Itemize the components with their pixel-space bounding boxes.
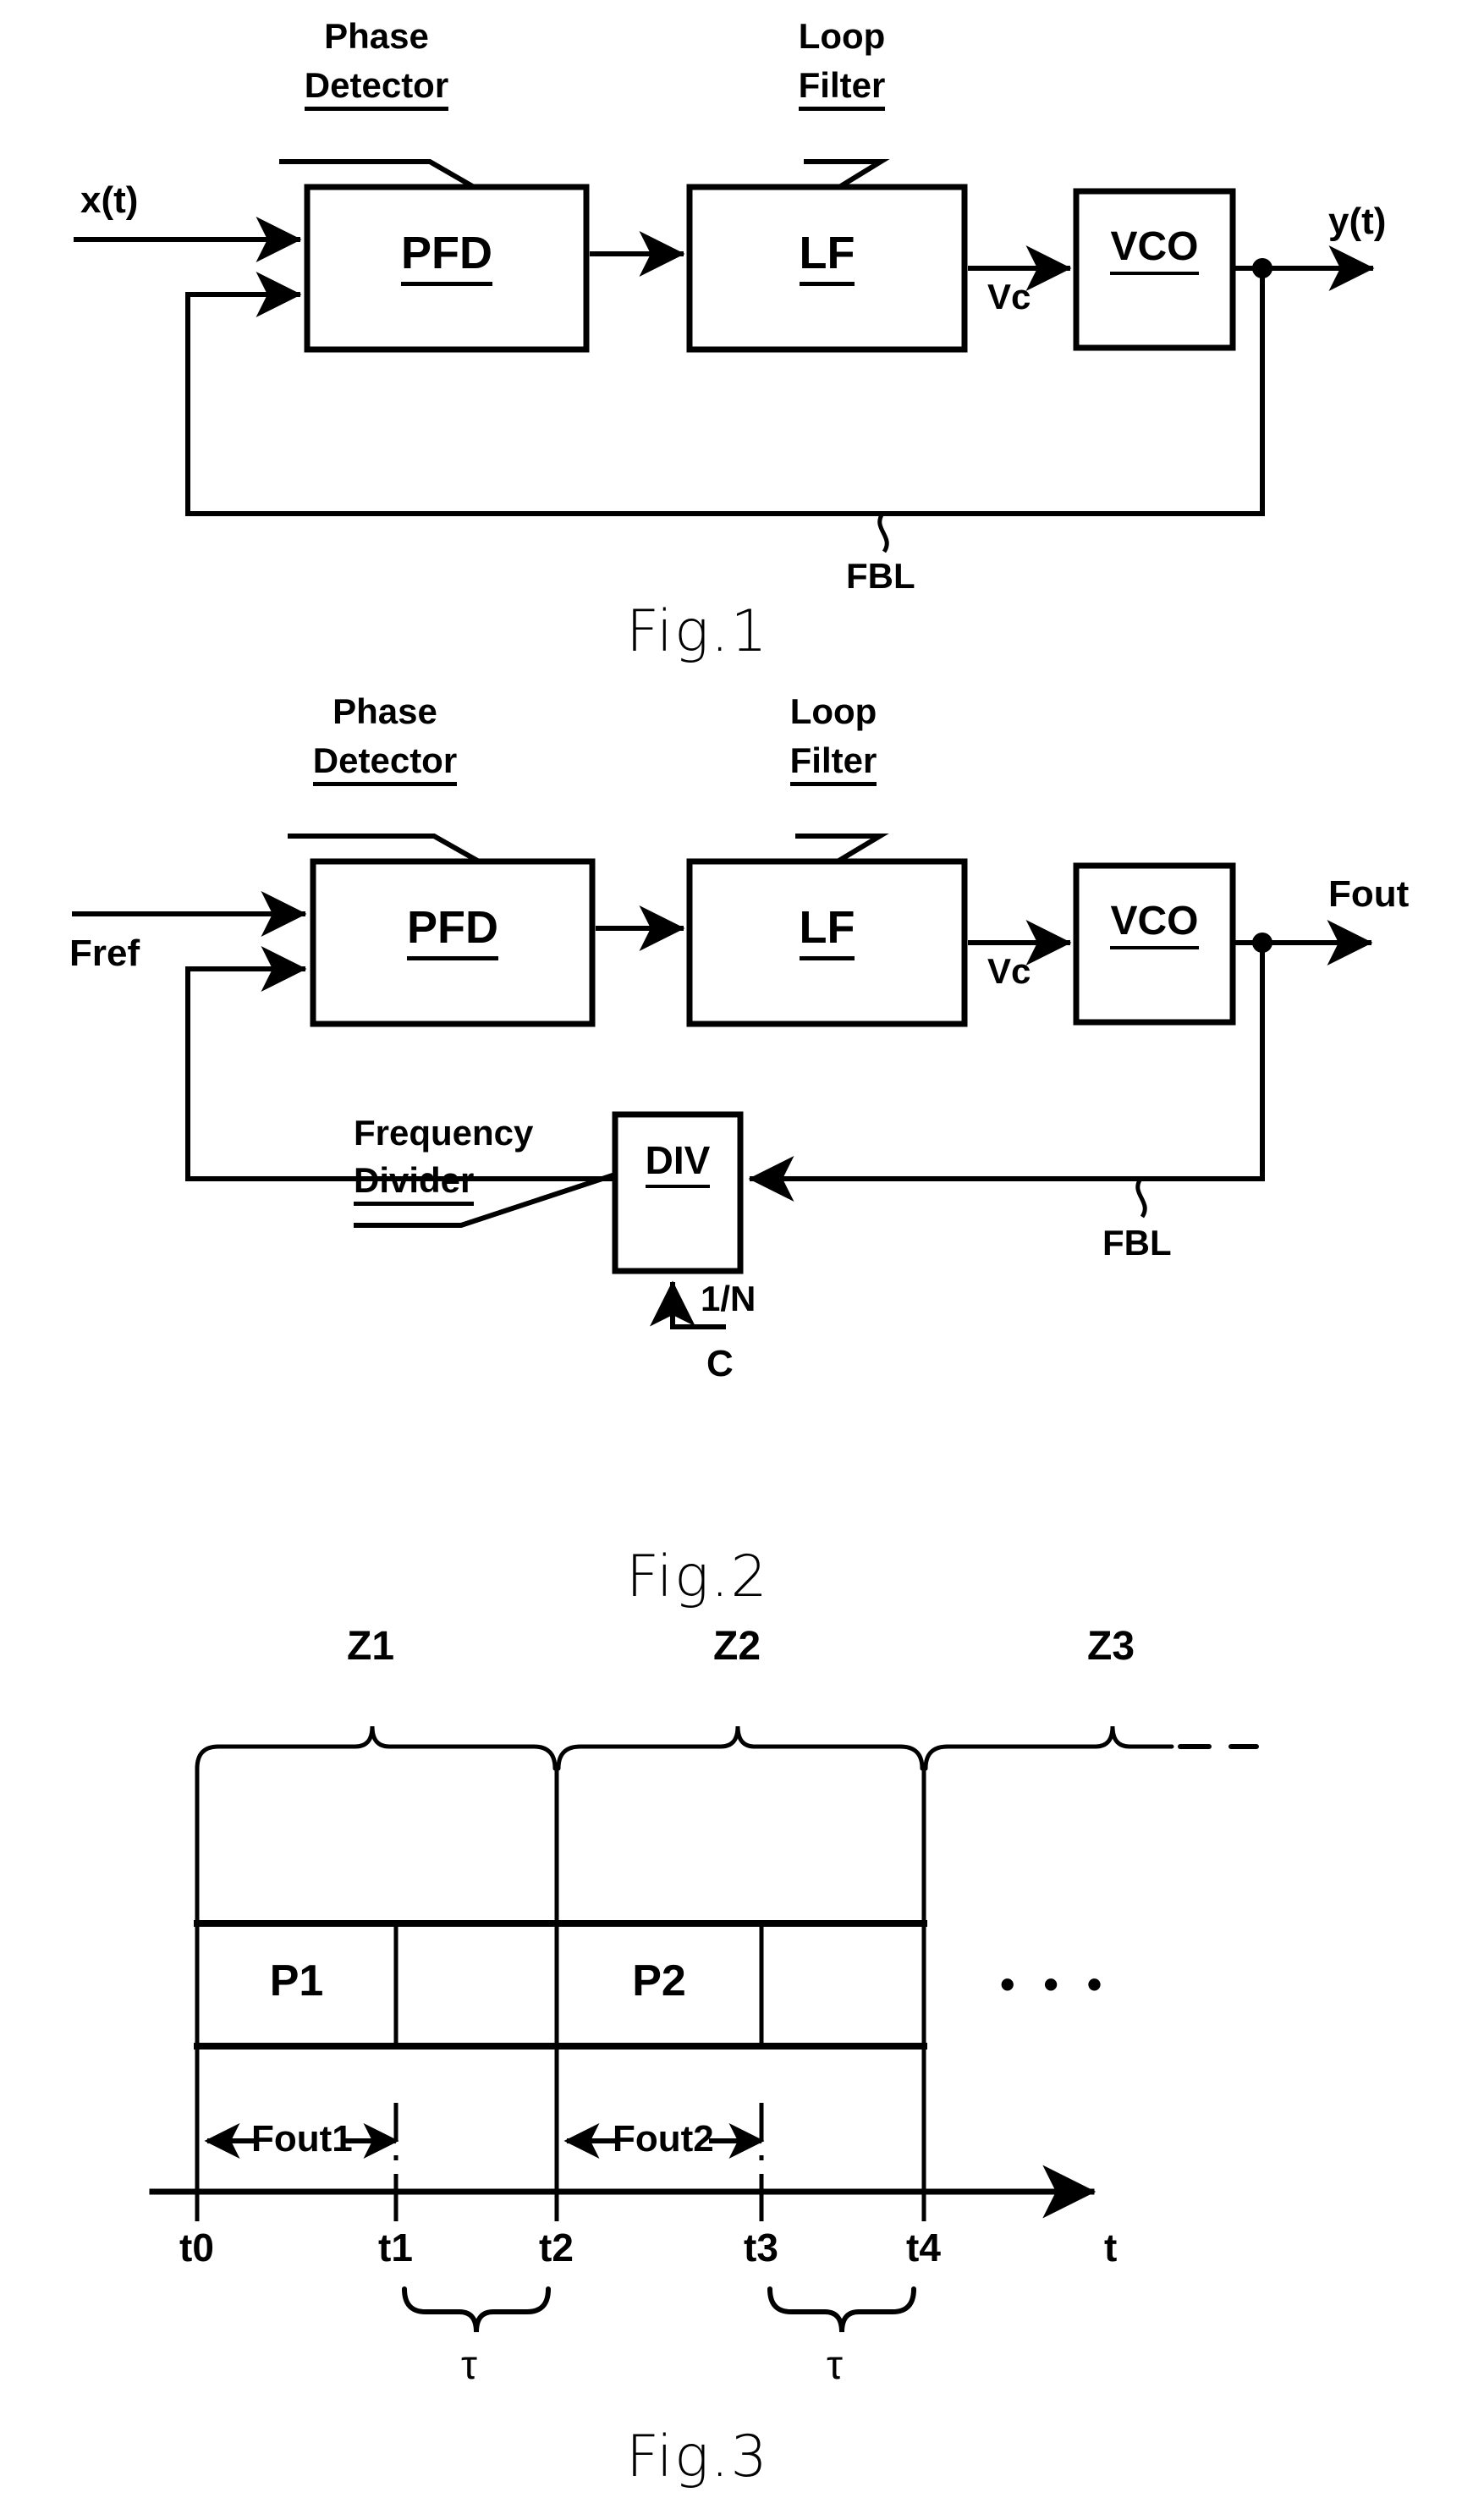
figure-2-lines: [72, 834, 1373, 1329]
output-junction-dot-fig1: [1252, 258, 1272, 278]
signal-label-vc-fig2: Vc: [987, 951, 1031, 991]
time-tick-label-t2: t2: [539, 2226, 574, 2270]
signal-label-vc-fig1: Vc: [987, 277, 1031, 316]
callout-frequency-divider-fig2: Frequency Divider: [354, 1115, 533, 1206]
leader-phase-detector-fig1: [279, 159, 475, 190]
period-label-p1: P1: [269, 1956, 324, 2006]
lf-block-label-fig1: LF: [690, 228, 965, 286]
callout-frequency-divider-line2: Divider: [354, 1163, 475, 1206]
signal-label-fref-fig2: Fref: [69, 933, 140, 974]
figure-1: Phase Detector Loop Filter PFD LF VCO x(…: [0, 0, 1484, 669]
figure-3-caption: Fig.3: [626, 2424, 769, 2490]
time-tick-label-t4: t4: [906, 2226, 941, 2270]
feedback-loop-path-fig1: [185, 266, 1265, 516]
callout-fbl-fig2: FBL: [1102, 1223, 1172, 1263]
leader-phase-detector-fig2: [288, 834, 481, 864]
callout-phase-detector-line2-fig2: Detector: [312, 743, 458, 786]
figure-1-lines: [74, 159, 1375, 553]
vco-block-label-fig2: VCO: [1076, 899, 1233, 949]
vco-block-label-fig1: VCO: [1076, 224, 1233, 275]
callout-phase-detector-line1-fig2: Phase: [333, 691, 437, 731]
zone-brace-z3: [923, 1725, 1174, 1771]
lf-label-text-fig2: LF: [799, 902, 855, 960]
callout-loop-filter-fig1: Loop Filter: [770, 19, 914, 111]
lf-block-label-fig2: LF: [690, 902, 965, 960]
callout-loop-filter-line2: Filter: [798, 68, 886, 111]
callout-loop-filter-fig2: Loop Filter: [761, 694, 905, 786]
signal-label-fout-fig2: Fout: [1328, 873, 1410, 915]
leader-loop-filter-fig2: [795, 834, 889, 864]
zone-label-z2: Z2: [713, 1624, 761, 1669]
zone-label-z1: Z1: [347, 1624, 395, 1669]
time-tick-label-t0: t0: [179, 2226, 214, 2270]
gap-label-tau-2: τ: [827, 2343, 843, 2388]
signal-label-divider-ratio-fig2: 1/N: [701, 1279, 756, 1318]
lf-label-text-fig1: LF: [799, 228, 855, 286]
leader-loop-filter-fig1: [804, 159, 890, 190]
pfd-label-text-fig2: PFD: [407, 902, 498, 960]
leader-fbl-fig1: [877, 512, 889, 553]
output-junction-dot-fig2: [1252, 933, 1272, 953]
leader-fbl-fig2: [1135, 1177, 1147, 1219]
signal-label-yt-fig1: y(t): [1328, 201, 1387, 242]
tau-brace-2: [767, 2286, 916, 2333]
callout-fbl-fig1: FBL: [846, 556, 915, 596]
figure-2-caption: Fig.2: [626, 1543, 769, 1610]
callout-phase-detector-line2: Detector: [304, 68, 449, 111]
signal-label-control-input-fig2: C: [706, 1343, 734, 1384]
period-label-p2: P2: [632, 1956, 686, 2006]
figure-1-caption: Fig.1: [626, 598, 769, 665]
div-label-text-fig2: DIV: [645, 1138, 711, 1188]
callout-frequency-divider-line1: Frequency: [354, 1113, 534, 1153]
time-axis-label: t: [1104, 2226, 1118, 2270]
pfd-block-label-fig2: PFD: [313, 902, 592, 960]
divider-to-pfd-fig2: [185, 946, 307, 1181]
vco-label-text-fig1: VCO: [1110, 224, 1199, 275]
feedback-into-pfd-fig1: [185, 272, 302, 516]
vco-label-text-fig2: VCO: [1110, 899, 1199, 949]
zone-label-z3: Z3: [1087, 1624, 1135, 1669]
callout-phase-detector-fig1: Phase Detector: [292, 19, 461, 111]
pfd-block-label-fig1: PFD: [307, 228, 586, 286]
time-tick-label-t1: t1: [378, 2226, 413, 2270]
tau-brace-1: [402, 2286, 551, 2333]
callout-loop-filter-line1-fig2: Loop: [789, 691, 877, 731]
figure-3-lines: [149, 1725, 1259, 2333]
measurement-label-fout1: Fout1: [251, 2118, 353, 2160]
time-tick-label-t3: t3: [744, 2226, 778, 2270]
figure-3: Z1 Z2 Z3 P1 P2 • • • Fout1 Fout2 t0 t1 t…: [0, 1608, 1484, 2520]
callout-loop-filter-line2-fig2: Filter: [789, 743, 877, 786]
zone-brace-z1: [195, 1725, 558, 1771]
div-block-label-fig2: DIV: [615, 1138, 740, 1188]
zone-brace-z2: [556, 1725, 925, 1771]
callout-loop-filter-line1: Loop: [798, 16, 886, 56]
callout-phase-detector-fig2: Phase Detector: [300, 694, 470, 786]
measurement-label-fout2: Fout2: [613, 2118, 714, 2160]
figure-2: Phase Detector Loop Filter Frequency Div…: [0, 694, 1484, 1608]
gap-label-tau-1: τ: [461, 2343, 477, 2388]
period-continuation-ellipsis: • • •: [1000, 1961, 1111, 2008]
callout-phase-detector-line1: Phase: [324, 16, 429, 56]
pfd-label-text-fig1: PFD: [401, 228, 492, 286]
signal-label-xt-fig1: x(t): [80, 179, 139, 221]
